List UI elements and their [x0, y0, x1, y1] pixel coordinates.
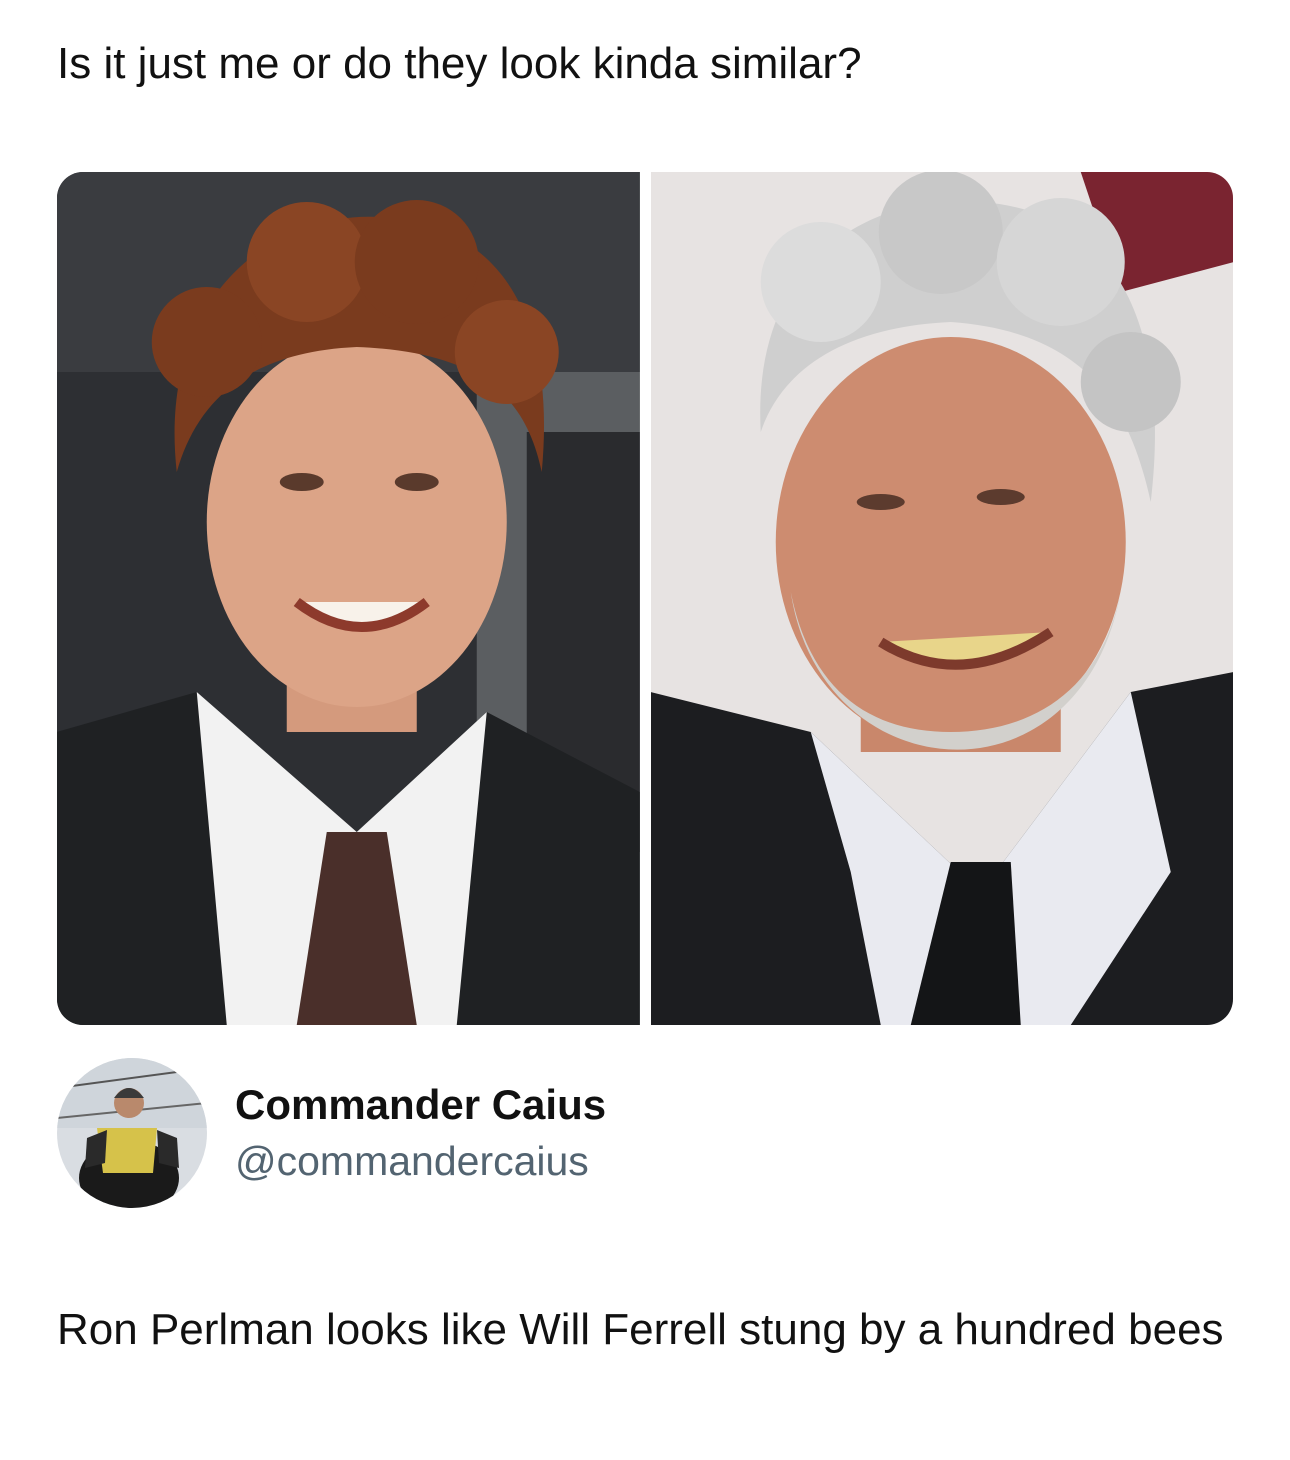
tweet-text: Ron Perlman looks like Will Ferrell stun…: [57, 1305, 1224, 1354]
media-photo-right[interactable]: [650, 172, 1233, 1025]
quoted-tweet-text: Is it just me or do they look kinda simi…: [57, 39, 862, 88]
avatar[interactable]: [57, 1058, 207, 1208]
handle[interactable]: @commandercaius: [235, 1137, 606, 1186]
media-grid[interactable]: [57, 172, 1233, 1025]
will-ferrell-photo: [57, 172, 640, 1025]
author-block[interactable]: Commander Caius @commandercaius: [57, 1057, 606, 1209]
ron-perlman-photo: [650, 172, 1233, 1025]
display-name[interactable]: Commander Caius: [235, 1080, 606, 1130]
avatar-photo: [57, 1058, 207, 1208]
media-photo-left[interactable]: [57, 172, 640, 1025]
